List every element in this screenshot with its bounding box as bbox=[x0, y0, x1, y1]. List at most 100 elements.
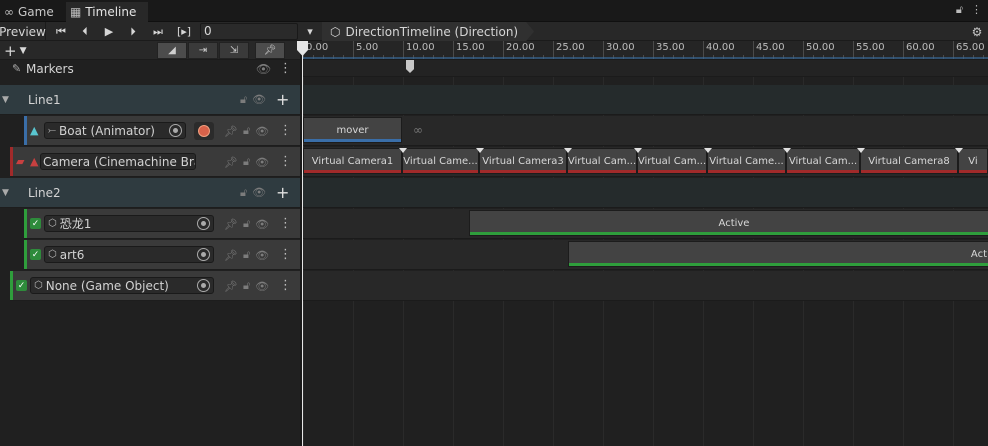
preview-button[interactable]: Preview bbox=[0, 22, 46, 41]
film-icon: ▦ bbox=[70, 5, 82, 19]
activation-checkbox[interactable]: ✓ bbox=[30, 218, 41, 229]
track-header-art6[interactable]: ✓ ⬡ art6 📌︎ 🔓︎ 👁︎ ⋮ bbox=[24, 240, 300, 270]
ripple-mode-button[interactable]: ⇥ bbox=[188, 42, 218, 59]
camera-shot-clip[interactable]: Virtual Came... bbox=[399, 148, 479, 174]
pin-icon[interactable]: 📌︎ bbox=[224, 249, 238, 262]
clip-label: Active bbox=[718, 217, 750, 229]
collapse-triangle-icon[interactable]: ▼ bbox=[2, 188, 9, 198]
markers-label: Markers bbox=[26, 61, 74, 76]
track-lane-dino[interactable]: Active bbox=[303, 209, 988, 239]
clip-color-bar bbox=[638, 170, 706, 173]
activation-clip[interactable]: Act bbox=[568, 241, 988, 267]
activation-clip[interactable]: Active bbox=[469, 210, 988, 236]
activation-checkbox[interactable]: ✓ bbox=[30, 249, 41, 260]
track-lane-none[interactable] bbox=[303, 271, 988, 301]
menu-icon[interactable]: ⋮ bbox=[971, 3, 982, 17]
lock-icon[interactable]: 🔓︎ bbox=[240, 186, 247, 200]
animator-binding-icon: ⤚ bbox=[48, 125, 56, 136]
track-menu-icon[interactable]: ⋮ bbox=[279, 216, 292, 231]
pin-icon[interactable]: 📌︎ bbox=[224, 125, 238, 138]
object-picker-icon[interactable] bbox=[169, 124, 182, 137]
camera-shot-clip[interactable]: Virtual Cam... bbox=[634, 148, 707, 174]
breadcrumb[interactable]: ⬡ DirectionTimeline (Direction) bbox=[322, 22, 534, 41]
track-menu-icon[interactable]: ⋮ bbox=[279, 154, 292, 169]
animation-clip[interactable]: mover bbox=[303, 117, 402, 143]
lock-icon[interactable]: 🔓︎ bbox=[243, 279, 250, 293]
track-lane-boat[interactable]: mover ∞ bbox=[303, 116, 988, 146]
lock-icon[interactable]: 🔓︎ bbox=[243, 248, 250, 262]
pin-icon[interactable]: 📌︎ bbox=[224, 280, 238, 293]
track-lane-camera[interactable]: Virtual Camera1 Virtual Came... Virtual Ca… bbox=[303, 147, 988, 177]
blend-marker-icon bbox=[857, 148, 865, 153]
group-header-line2[interactable]: ▼ Line2 🔓︎ 👁︎ + bbox=[0, 178, 300, 208]
eye-icon[interactable]: 👁︎ bbox=[255, 218, 269, 231]
collapse-triangle-icon[interactable]: ▼ bbox=[2, 95, 9, 105]
asset-dropdown-icon[interactable]: ▾ bbox=[300, 22, 320, 41]
tab-game[interactable]: ∞ Game bbox=[0, 2, 62, 22]
add-track-icon[interactable]: + bbox=[276, 183, 289, 202]
markers-header[interactable]: ✎ Markers 👁︎ ⋮ bbox=[0, 60, 300, 77]
track-menu-icon[interactable]: ⋮ bbox=[279, 123, 292, 138]
lock-icon[interactable]: 🔓︎ bbox=[243, 124, 250, 138]
markers-menu-icon[interactable]: ⋮ bbox=[279, 61, 292, 76]
clip-color-bar bbox=[403, 170, 478, 173]
camera-shot-clip[interactable]: Virtual Cam... bbox=[564, 148, 637, 174]
binding-field-dino[interactable]: ⬡ 恐龙1 bbox=[44, 215, 214, 232]
binding-field-camera[interactable]: Camera (Cinemachine Brain bbox=[40, 153, 196, 170]
snap-mode-button[interactable]: ◢ bbox=[157, 42, 187, 59]
object-picker-icon[interactable] bbox=[197, 248, 210, 261]
goto-start-icon[interactable]: ⏮ bbox=[50, 22, 72, 41]
tab-timeline[interactable]: ▦ Timeline bbox=[66, 2, 148, 22]
camera-shot-clip[interactable]: Virtual Came... bbox=[704, 148, 786, 174]
add-track-icon[interactable]: + bbox=[276, 90, 289, 109]
binding-field-boat[interactable]: ⤚ Boat (Animator) bbox=[44, 122, 186, 139]
pin-icon[interactable]: 📌︎ bbox=[224, 218, 238, 231]
play-icon[interactable]: ▶ bbox=[98, 22, 120, 41]
camera-shot-clip[interactable]: Virtual Camera1 bbox=[303, 148, 402, 174]
play-range-icon[interactable]: [▸] bbox=[172, 22, 196, 41]
eye-icon[interactable]: 👁︎ bbox=[255, 156, 269, 169]
gear-icon[interactable]: ⚙ bbox=[966, 22, 988, 41]
group-label: Line2 bbox=[28, 185, 61, 200]
prev-frame-icon[interactable]: ⏴ bbox=[74, 22, 96, 41]
markers-lane[interactable] bbox=[303, 60, 988, 77]
pin-mode-button[interactable]: 📌︎ bbox=[255, 42, 285, 59]
track-menu-icon[interactable]: ⋮ bbox=[279, 278, 292, 293]
object-picker-icon[interactable] bbox=[197, 217, 210, 230]
pin-icon[interactable]: 📌︎ bbox=[224, 156, 238, 169]
track-lane-art6[interactable]: Act bbox=[303, 240, 988, 270]
camera-shot-clip[interactable]: Virtual Camera8 bbox=[857, 148, 958, 174]
eye-icon[interactable]: 👁︎ bbox=[252, 93, 266, 106]
lock-icon[interactable]: 🔓︎ bbox=[240, 93, 247, 107]
binding-field-none[interactable]: ⬡ None (Game Object) bbox=[30, 277, 214, 294]
lock-icon[interactable]: 🔓︎ bbox=[243, 217, 250, 231]
binding-field-art6[interactable]: ⬡ art6 bbox=[44, 246, 214, 263]
goto-end-icon[interactable]: ⏭ bbox=[146, 22, 170, 41]
time-ruler[interactable]: 0.00 5.00 10.00 15.00 20.00 25.00 30.00 35.00 40… bbox=[303, 41, 988, 60]
object-picker-icon[interactable] bbox=[197, 279, 210, 292]
track-header-none[interactable]: ✓ ⬡ None (Game Object) 📌︎ 🔓︎ 👁︎ ⋮ bbox=[10, 271, 300, 301]
frame-input[interactable]: 0 bbox=[200, 23, 298, 40]
eye-icon[interactable]: 👁︎ bbox=[255, 280, 269, 293]
camera-shot-clip[interactable]: Vi bbox=[955, 148, 988, 174]
group-header-line1[interactable]: ▼ Line1 🔓︎ 👁︎ + bbox=[0, 85, 300, 115]
eye-icon[interactable]: 👁︎ bbox=[255, 125, 269, 138]
replace-mode-button[interactable]: ⇲ bbox=[219, 42, 249, 59]
track-header-camera[interactable]: ▰ ▲ Camera (Cinemachine Brain 📌︎ 🔓︎ 👁︎ ⋮ bbox=[10, 147, 300, 177]
camera-shot-clip[interactable]: Virtual Camera3 bbox=[476, 148, 567, 174]
clip-color-bar bbox=[304, 170, 401, 173]
record-button[interactable] bbox=[194, 122, 214, 140]
next-frame-icon[interactable]: ⏵ bbox=[122, 22, 144, 41]
track-header-dino[interactable]: ✓ ⬡ 恐龙1 📌︎ 🔓︎ 👁︎ ⋮ bbox=[24, 209, 300, 239]
eye-icon[interactable]: 👁︎ bbox=[255, 249, 269, 262]
timeline-area[interactable]: mover ∞ Virtual Camera1 Virtual Came... Vi… bbox=[303, 60, 988, 446]
track-header-boat[interactable]: ▲ ⤚ Boat (Animator) 📌︎ 🔓︎ 👁︎ ⋮ bbox=[24, 116, 300, 146]
eye-icon[interactable]: 👁︎ bbox=[256, 62, 271, 76]
track-menu-icon[interactable]: ⋮ bbox=[279, 247, 292, 262]
activation-checkbox[interactable]: ✓ bbox=[16, 280, 27, 291]
lock-icon[interactable]: 🔓︎ bbox=[243, 155, 250, 169]
add-track-button[interactable]: + ▼ bbox=[4, 42, 44, 60]
eye-icon[interactable]: 👁︎ bbox=[252, 186, 266, 199]
lock-icon[interactable]: 🔓︎ bbox=[956, 3, 963, 17]
camera-shot-clip[interactable]: Virtual Cam... bbox=[783, 148, 860, 174]
